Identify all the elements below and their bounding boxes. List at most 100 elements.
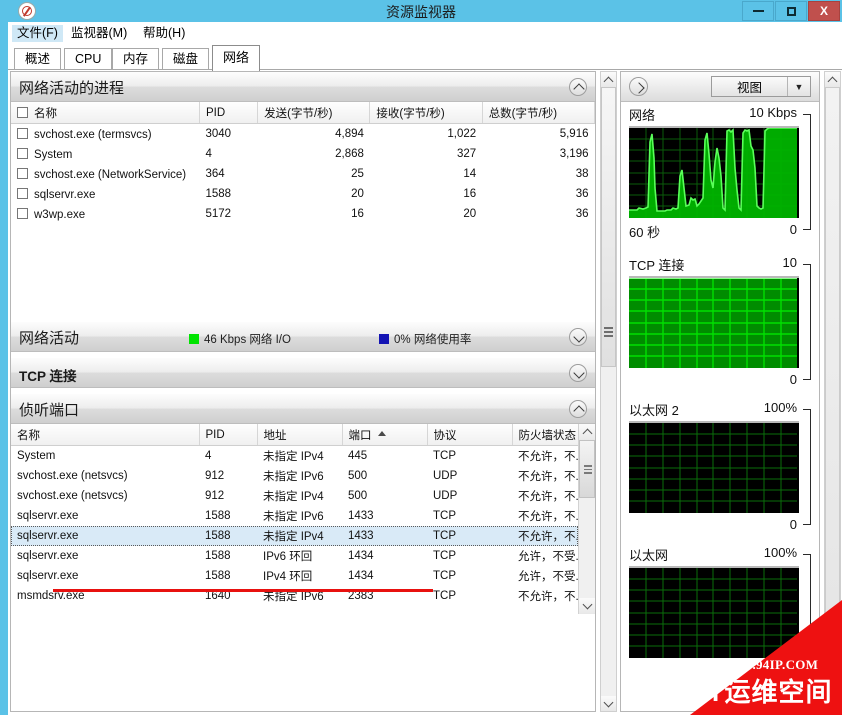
table-row[interactable]: System 4 未指定 IPv4 445 TCP 不允许，不... bbox=[11, 446, 578, 467]
table-row[interactable]: w3wp.exe 5172 16 20 36 bbox=[11, 204, 595, 224]
cell-received: 1,022 bbox=[447, 128, 477, 140]
cell-received: 327 bbox=[457, 148, 477, 160]
tab-overview[interactable]: 概述 bbox=[14, 48, 62, 70]
listening-ports-scrollbar[interactable] bbox=[578, 424, 595, 614]
cell-sent: 20 bbox=[351, 188, 364, 200]
graphs-pane-scrollbar[interactable] bbox=[824, 71, 841, 712]
cell-received: 16 bbox=[463, 188, 477, 200]
table-row[interactable]: sqlservr.exe 1588 IPv4 环回 1434 TCP 允许，不受… bbox=[11, 566, 578, 586]
expand-icon[interactable] bbox=[629, 77, 648, 96]
network-processes-table-wrap: 名称 PID 发送(字节/秒) 接收(字节/秒) 总数(字节/秒) svchos… bbox=[11, 102, 595, 240]
cell-name: sqlservr.exe bbox=[17, 550, 79, 562]
table-row[interactable]: sqlservr.exe 1588 未指定 IPv6 1433 TCP 不允许，… bbox=[11, 506, 578, 526]
tab-disk[interactable]: 磁盘 bbox=[162, 48, 210, 70]
cell-name: sqlservr.exe bbox=[17, 570, 79, 582]
graphs-scrollbar-thumb[interactable] bbox=[825, 87, 840, 699]
close-button[interactable]: X bbox=[808, 1, 840, 21]
graphs-scroll-up-button[interactable] bbox=[825, 72, 840, 87]
cell-pid: 4 bbox=[205, 450, 212, 462]
window-title: 资源监视器 bbox=[386, 4, 456, 20]
title-bar: 资源监视器 X bbox=[0, 0, 842, 22]
graph-xaxis-network: 60 秒 bbox=[629, 225, 661, 240]
table-row[interactable]: svchost.exe (netsvcs) 912 未指定 IPv6 500 U… bbox=[11, 466, 578, 486]
cell-protocol: TCP bbox=[433, 590, 456, 602]
graph-min-ethernet-2: 0 bbox=[789, 517, 797, 532]
col-header-pid[interactable]: PID bbox=[199, 424, 258, 446]
select-all-checkbox[interactable] bbox=[17, 106, 28, 118]
table-row[interactable]: System 4 2,868 327 3,196 bbox=[11, 144, 595, 164]
row-checkbox[interactable] bbox=[17, 207, 28, 219]
section-title-network-processes: 网络活动的进程 bbox=[19, 80, 125, 97]
cell-process-name: sqlservr.exe bbox=[11, 184, 199, 204]
expand-chevron-network-activity[interactable] bbox=[569, 328, 587, 346]
table-row[interactable]: svchost.exe (termsvcs) 3040 4,894 1,022 … bbox=[11, 124, 595, 145]
graph-max-ethernet-2: 100% bbox=[763, 400, 797, 415]
col-header-total[interactable]: 总数(字节/秒) bbox=[482, 102, 595, 124]
main-scroll-up-button[interactable] bbox=[601, 72, 616, 87]
section-header-network-processes[interactable]: 网络活动的进程 bbox=[11, 72, 595, 102]
cell-port: 445 bbox=[348, 450, 368, 462]
graph-axis-bracket-tcp bbox=[803, 264, 811, 380]
view-dropdown-button[interactable]: 视图 ▼ bbox=[711, 76, 811, 97]
col-header-port[interactable]: 端口 bbox=[342, 424, 428, 446]
section-header-listening-ports[interactable]: 侦听端口 bbox=[11, 394, 595, 424]
cell-pid: 5172 bbox=[205, 208, 232, 220]
cell-address: 未指定 IPv6 bbox=[263, 511, 324, 523]
main-scroll-down-button[interactable] bbox=[601, 696, 616, 711]
table-header-row: 名称 PID 地址 端口 协议 防火墙状态 bbox=[11, 424, 579, 446]
table-row[interactable]: svchost.exe (NetworkService) 364 25 14 3… bbox=[11, 164, 595, 184]
section-header-network-activity[interactable]: 网络活动 46 Kbps 网络 I/O 0% 网络使用率 bbox=[11, 322, 595, 352]
collapse-chevron-listening-ports[interactable] bbox=[569, 400, 587, 418]
graph-caption-network: 网络 bbox=[629, 108, 656, 123]
cell-address: 未指定 IPv6 bbox=[263, 471, 324, 483]
col-header-pid[interactable]: PID bbox=[199, 102, 259, 124]
tab-memory[interactable]: 内存 bbox=[112, 48, 160, 70]
minimize-button[interactable] bbox=[742, 1, 774, 21]
menu-bar: 文件(F) 监视器(M) 帮助(H) bbox=[8, 22, 842, 44]
row-checkbox[interactable] bbox=[17, 167, 28, 179]
legend-swatch-network-io bbox=[189, 334, 199, 344]
graphs-pane: 视图 ▼ 网络 10 Kbps 60 秒 0 TCP 连接 10 0 以太网 2… bbox=[620, 71, 820, 712]
table-row[interactable]: svchost.exe (netsvcs) 912 未指定 IPv4 500 U… bbox=[11, 486, 578, 506]
cell-total: 3,196 bbox=[559, 148, 589, 160]
scrollbar-thumb[interactable] bbox=[579, 440, 595, 498]
main-scrollbar-thumb[interactable] bbox=[601, 87, 616, 367]
col-header-protocol[interactable]: 协议 bbox=[427, 424, 513, 446]
col-header-name[interactable]: 名称 bbox=[11, 102, 200, 124]
col-header-name[interactable]: 名称 bbox=[11, 424, 200, 446]
cell-firewall: 不允许，不... bbox=[518, 451, 578, 463]
col-header-sent[interactable]: 发送(字节/秒) bbox=[257, 102, 371, 124]
table-row[interactable]: sqlservr.exe 1588 20 16 36 bbox=[11, 184, 595, 204]
expand-chevron-tcp-connections[interactable] bbox=[569, 364, 587, 382]
collapse-chevron-network-processes[interactable] bbox=[569, 78, 587, 96]
graph-max-network: 10 Kbps bbox=[749, 105, 797, 120]
left-detail-pane: 网络活动的进程 名称 PID 发送(字节/秒) 接收(字节/秒) 总数(字节/秒… bbox=[10, 71, 596, 712]
section-title-tcp-connections: TCP 连接 bbox=[19, 369, 77, 384]
chevron-down-icon: ▼ bbox=[794, 81, 804, 92]
maximize-button[interactable] bbox=[775, 1, 807, 21]
row-checkbox[interactable] bbox=[17, 127, 28, 139]
cell-pid: 3040 bbox=[205, 128, 232, 140]
menu-monitor[interactable]: 监视器(M) bbox=[66, 25, 132, 42]
main-vertical-scrollbar[interactable] bbox=[600, 71, 617, 712]
cell-name: svchost.exe (netsvcs) bbox=[17, 490, 128, 502]
tab-bar: 概述 CPU 内存 磁盘 网络 bbox=[8, 44, 842, 71]
col-header-firewall-status[interactable]: 防火墙状态 bbox=[512, 424, 579, 446]
table-row-selected[interactable]: sqlservr.exe 1588 未指定 IPv4 1433 TCP 不允许，… bbox=[11, 526, 578, 546]
cell-process-name: svchost.exe (termsvcs) bbox=[11, 124, 199, 145]
tab-network[interactable]: 网络 bbox=[212, 45, 261, 71]
cell-firewall: 不允许，不... bbox=[518, 531, 578, 543]
section-header-tcp-connections[interactable]: TCP 连接 bbox=[11, 358, 595, 388]
table-row[interactable]: sqlservr.exe 1588 IPv6 环回 1434 TCP 允许，不受… bbox=[11, 546, 578, 566]
menu-help[interactable]: 帮助(H) bbox=[138, 25, 190, 42]
row-checkbox[interactable] bbox=[17, 147, 28, 159]
row-checkbox[interactable] bbox=[17, 187, 28, 199]
col-header-received[interactable]: 接收(字节/秒) bbox=[369, 102, 483, 124]
graph-max-ethernet: 100% bbox=[763, 545, 797, 560]
col-header-address[interactable]: 地址 bbox=[257, 424, 343, 446]
cell-process-name: svchost.exe (NetworkService) bbox=[11, 164, 199, 184]
menu-file[interactable]: 文件(F) bbox=[12, 25, 63, 42]
scroll-down-button[interactable] bbox=[579, 598, 595, 614]
tab-cpu[interactable]: CPU bbox=[64, 48, 113, 70]
scroll-up-button[interactable] bbox=[579, 424, 595, 440]
